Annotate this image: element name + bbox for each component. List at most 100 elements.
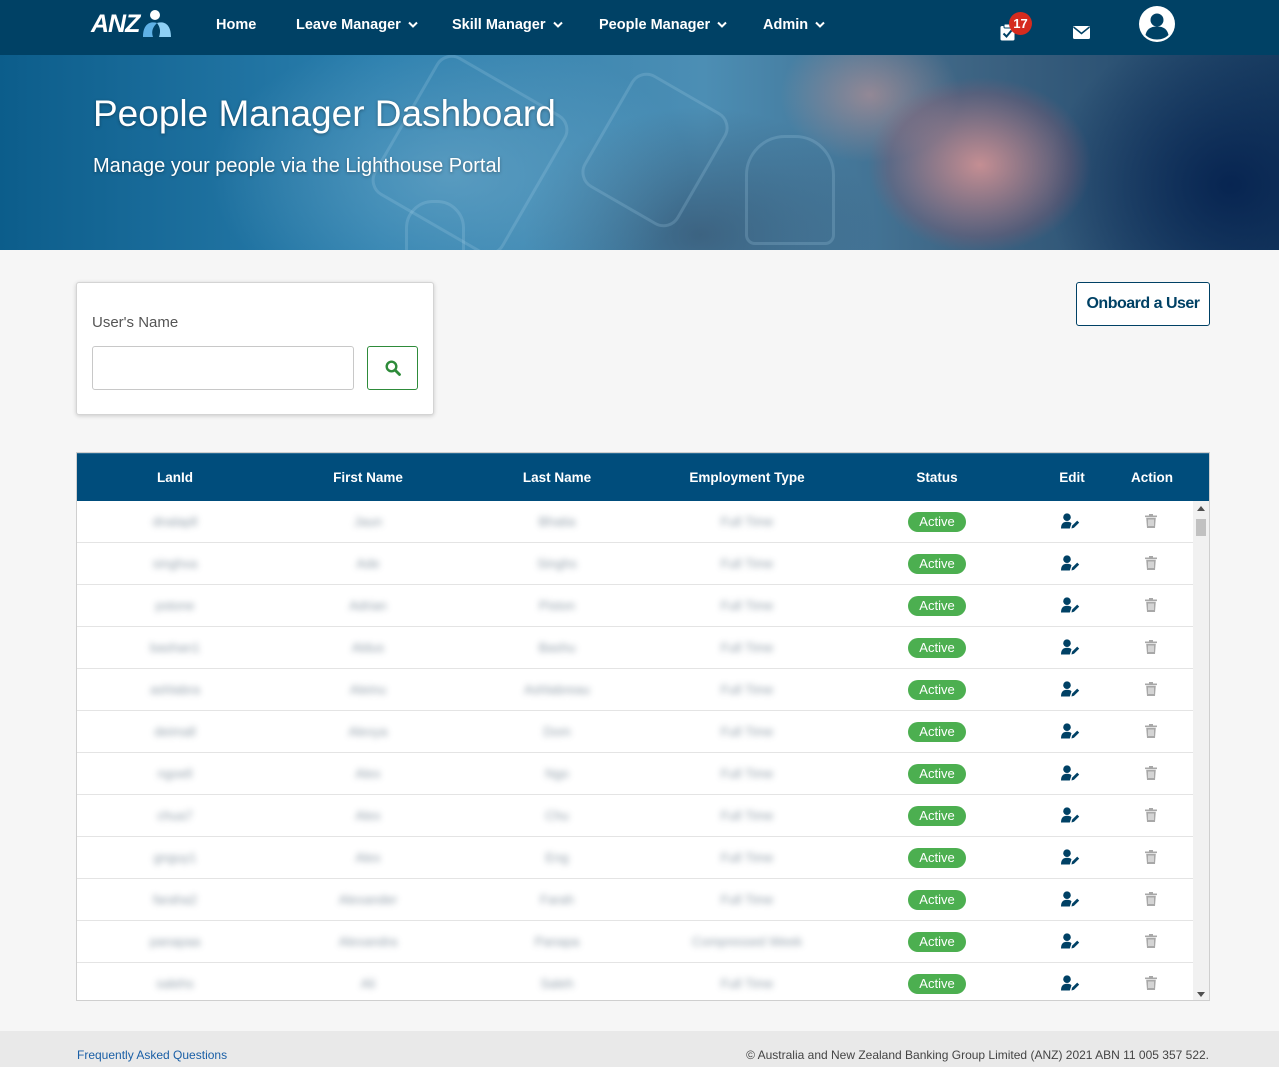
search-button[interactable] [367, 346, 418, 390]
edit-user-button[interactable] [1061, 765, 1080, 786]
cell-employment-type: Full Time [720, 766, 774, 781]
column-header-lanid[interactable]: LanId [77, 454, 273, 502]
table-row: panapaa Alexandra Panapa Compressed Week Act… [77, 921, 1193, 963]
cell-employment-type: Full Time [720, 556, 774, 571]
status-badge: Active [908, 890, 966, 910]
delete-user-button[interactable] [1145, 892, 1157, 911]
search-icon [384, 360, 401, 376]
user-edit-icon [1061, 849, 1080, 865]
delete-user-button[interactable] [1145, 808, 1157, 827]
trash-icon [1145, 682, 1157, 696]
cell-first-name: Ade [356, 556, 380, 571]
status-badge: Active [908, 974, 966, 994]
scroll-up-arrow[interactable] [1193, 501, 1209, 515]
trash-icon [1145, 598, 1157, 612]
cell-last-name: Eng [545, 850, 569, 865]
scroll-down-arrow[interactable] [1193, 987, 1209, 1000]
cell-last-name: Bashu [538, 640, 576, 655]
column-header-last-name[interactable]: Last Name [463, 454, 651, 502]
cell-last-name: Saleh [540, 976, 574, 991]
column-header-employment-type[interactable]: Employment Type [651, 454, 843, 502]
cell-last-name: Chu [545, 808, 569, 823]
cell-last-name: Ashlabreau [524, 682, 590, 697]
cell-first-name: Aldus [351, 640, 385, 655]
delete-user-button[interactable] [1145, 598, 1157, 617]
cell-first-name: Alex [355, 766, 381, 781]
delete-user-button[interactable] [1145, 766, 1157, 785]
cell-last-name: Ngo [545, 766, 569, 781]
nav-home[interactable]: Home [216, 0, 256, 50]
mail-button[interactable] [1073, 26, 1090, 44]
logo-text: ANZ [91, 9, 140, 38]
column-header-status[interactable]: Status [843, 454, 1031, 502]
edit-user-button[interactable] [1061, 807, 1080, 828]
column-header-action: Action [1131, 470, 1173, 485]
status-badge: Active [908, 680, 966, 700]
column-header-edit: Edit [1059, 470, 1085, 485]
delete-user-button[interactable] [1145, 934, 1157, 953]
cell-employment-type: Full Time [720, 640, 774, 655]
cell-lanid: bashan1 [150, 640, 200, 655]
delete-user-button[interactable] [1145, 850, 1157, 869]
user-edit-icon [1061, 975, 1080, 991]
edit-user-button[interactable] [1061, 597, 1080, 618]
edit-user-button[interactable] [1061, 723, 1080, 744]
column-header-first-name[interactable]: First Name [273, 454, 463, 502]
nav-people-manager[interactable]: People Manager [599, 0, 727, 50]
delete-user-button[interactable] [1145, 724, 1157, 743]
profile-button[interactable] [1139, 6, 1175, 47]
user-circle-icon [1139, 6, 1175, 42]
anz-logo[interactable]: ANZ [91, 8, 173, 40]
table-row: salehs Ali Saleh Full Time Active [77, 963, 1193, 1000]
user-edit-icon [1061, 891, 1080, 907]
edit-user-button[interactable] [1061, 639, 1080, 660]
envelope-icon [1073, 26, 1090, 39]
delete-user-button[interactable] [1145, 514, 1157, 533]
delete-user-button[interactable] [1145, 682, 1157, 701]
copyright-text: © Australia and New Zealand Banking Grou… [746, 1048, 1209, 1062]
table-row: ashlabra Aleinu Ashlabreau Full Time Active [77, 669, 1193, 711]
table-body: dnalapll Jaun Bhatia Full Time Active singhxa… [77, 501, 1193, 1000]
delete-user-button[interactable] [1145, 556, 1157, 575]
cell-first-name: Alexandra [338, 934, 398, 949]
cell-lanid: deimall [154, 724, 196, 739]
trash-icon [1145, 766, 1157, 780]
trash-icon [1145, 556, 1157, 570]
trash-icon [1145, 514, 1157, 528]
edit-user-button[interactable] [1061, 681, 1080, 702]
cell-employment-type: Full Time [720, 598, 774, 613]
nav-skill-manager[interactable]: Skill Manager [452, 0, 563, 50]
cell-last-name: Panapa [534, 934, 580, 949]
delete-user-button[interactable] [1145, 976, 1157, 995]
trash-icon [1145, 808, 1157, 822]
table-header: LanId First Name Last Name Employment Ty… [77, 453, 1209, 501]
cell-employment-type: Full Time [720, 724, 774, 739]
edit-user-button[interactable] [1061, 849, 1080, 870]
table-row: singhxa Ade Singhs Full Time Active [77, 543, 1193, 585]
nav-leave-manager[interactable]: Leave Manager [296, 0, 418, 50]
cell-last-name: Farah [540, 892, 574, 907]
user-name-search-input[interactable] [92, 346, 354, 390]
edit-user-button[interactable] [1061, 513, 1080, 534]
table-row: pstone Adrian Piston Full Time Active [77, 585, 1193, 627]
faq-link[interactable]: Frequently Asked Questions [77, 1048, 227, 1062]
table-scrollbar[interactable] [1193, 501, 1209, 1000]
hero-decor-hexagon [365, 55, 575, 250]
edit-user-button[interactable] [1061, 555, 1080, 576]
onboard-user-button[interactable]: Onboard a User [1076, 282, 1210, 326]
cell-lanid: ngoell [157, 766, 193, 781]
status-badge: Active [908, 554, 966, 574]
scroll-thumb[interactable] [1196, 519, 1206, 536]
delete-user-button[interactable] [1145, 640, 1157, 659]
table-row: ngoell Alex Ngo Full Time Active [77, 753, 1193, 795]
top-navbar: ANZ Home Leave Manager Skill Manager Peo… [0, 0, 1279, 55]
cell-employment-type: Full Time [720, 682, 774, 697]
nav-admin[interactable]: Admin [763, 0, 825, 50]
nav-home-label: Home [216, 17, 257, 33]
edit-user-button[interactable] [1061, 891, 1080, 912]
edit-user-button[interactable] [1061, 933, 1080, 954]
edit-user-button[interactable] [1061, 975, 1080, 996]
chevron-down-icon [552, 21, 563, 29]
trash-icon [1145, 640, 1157, 654]
cell-first-name: Jaun [353, 514, 383, 529]
